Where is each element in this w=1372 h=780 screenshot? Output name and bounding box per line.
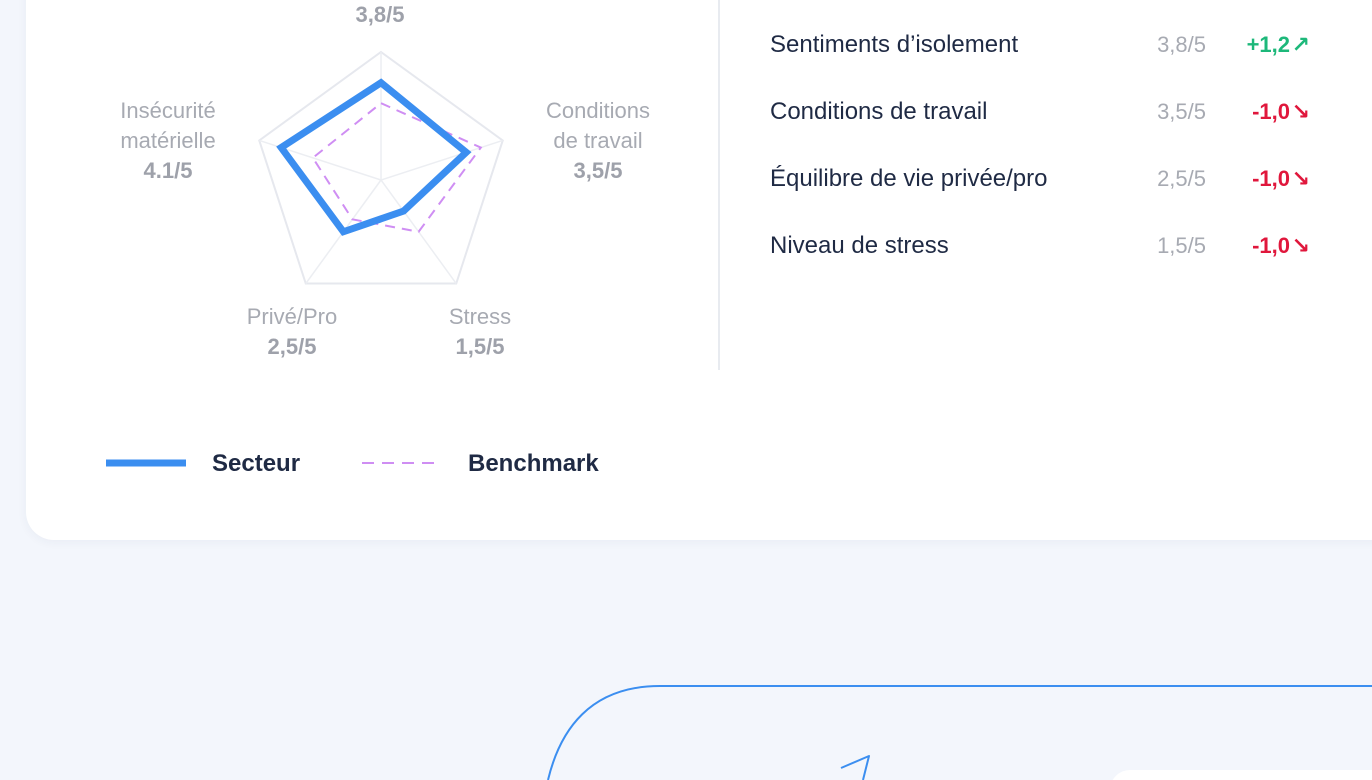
metric-row: Équilibre de vie privée/pro 2,5/5 -1,0 ↘ [770,159,1340,199]
arrow-down-right-icon: ↘ [1291,166,1310,191]
metric-score: 2,5/5 [1157,166,1206,191]
radar-label-top: 3,8/5 [355,2,405,27]
metric-score: 1,5/5 [1157,233,1206,258]
metric-delta: -1,0 [1252,99,1290,124]
metric-name: Sentiments d’isolement [770,31,1019,58]
metric-name: Niveau de stress [770,232,949,259]
legend-secteur-swatch [106,459,186,467]
send-icon [840,755,870,780]
metric-name: Équilibre de vie privée/pro [770,165,1048,192]
metric-score: 3,5/5 [1157,99,1206,124]
metric-score: 3,8/5 [1157,32,1206,57]
radar-label-prive-pro: Privé/Pro 2,5/5 [246,304,338,359]
vertical-divider [718,0,720,370]
legend-benchmark-label: Benchmark [468,450,599,477]
radar-label-stress: Stress 1,5/5 [448,304,512,359]
metric-row: Conditions de travail 3,5/5 -1,0 ↘ [770,92,1340,132]
arrow-up-right-icon: ↗ [1291,32,1310,57]
metric-delta: +1,2 [1246,32,1290,57]
radar-label-conditions: Conditions de travail 3,5/5 [546,98,650,183]
metric-delta: -1,0 [1252,166,1290,191]
metric-delta: -1,0 [1252,233,1290,258]
metric-row: Niveau de stress 1,5/5 -1,0 ↘ [770,226,1340,266]
radar-label-insecurite: Insécurité matérielle 4.1/5 [120,98,216,183]
metric-name: Conditions de travail [770,98,988,125]
arrow-down-right-icon: ↘ [1291,99,1310,124]
metric-row: Sentiments d’isolement 3,8/5 +1,2 ↗ [770,25,1340,65]
legend-secteur-label: Secteur [212,450,301,477]
arrow-down-right-icon: ↘ [1291,233,1310,258]
legend-benchmark-swatch [362,462,442,464]
